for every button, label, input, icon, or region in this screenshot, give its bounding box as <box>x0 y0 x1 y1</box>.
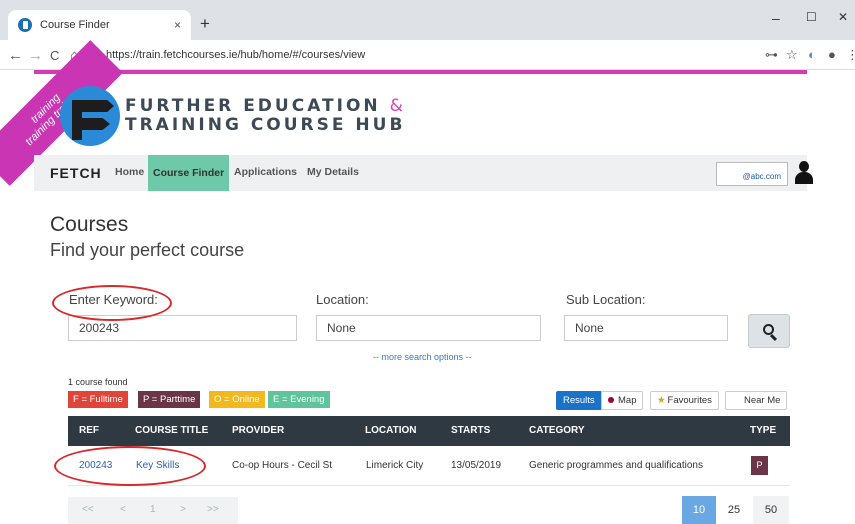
tab-close-icon[interactable]: × <box>174 18 181 32</box>
cell-provider: Co-op Hours - Cecil St <box>232 460 333 471</box>
nav-applications[interactable]: Applications <box>234 166 297 178</box>
browser-tab-bar: Course Finder × + – ☐ ✕ <box>0 0 855 40</box>
fetch-logo-icon[interactable] <box>60 86 120 146</box>
forward-icon[interactable]: → <box>28 47 43 64</box>
legend-fulltime: F = Fulltime <box>68 391 128 408</box>
brand-line-1: FURTHER EDUCATION <box>125 96 381 116</box>
map-pin-icon <box>608 397 614 403</box>
site-brand-title: FURTHER EDUCATION & TRAINING COURSE HUB <box>125 97 406 135</box>
browser-tab[interactable]: Course Finder × <box>8 10 191 40</box>
next-page-button[interactable]: > <box>180 504 186 515</box>
cell-category: Generic programmes and qualifications <box>529 460 703 471</box>
page-size-10[interactable]: 10 <box>682 496 716 524</box>
user-icon[interactable] <box>794 161 814 185</box>
page-title: Courses <box>50 213 129 236</box>
sublocation-label: Sub Location: <box>566 292 646 307</box>
brand-line-2: TRAINING COURSE HUB <box>125 115 406 135</box>
page-subtitle: Find your perfect course <box>50 240 245 260</box>
url-field[interactable]: https://train.fetchcourses.ie/hub/home/#… <box>90 45 810 65</box>
key-icon[interactable]: ⊶ <box>765 47 778 63</box>
page-size-50[interactable]: 50 <box>753 496 789 524</box>
main-nav: FETCH Home Course Finder Applications My… <box>34 155 813 191</box>
top-accent-strip <box>34 70 807 74</box>
sublocation-select[interactable]: None <box>564 315 728 341</box>
type-badge: P <box>751 456 768 475</box>
col-starts[interactable]: STARTS <box>451 425 490 436</box>
site-favicon-icon <box>18 18 32 32</box>
star-icon: ★ <box>657 395 666 406</box>
back-icon[interactable]: ← <box>8 47 23 64</box>
tab-title: Course Finder <box>40 19 110 31</box>
bookmark-star-icon[interactable]: ☆ <box>786 47 798 63</box>
results-count: 1 course found <box>68 377 128 387</box>
legend-online: O = Online <box>209 391 265 408</box>
browser-menu-icon[interactable]: ⋮ <box>846 47 855 63</box>
brand-ampersand: & <box>389 96 406 116</box>
maximize-icon[interactable]: ☐ <box>806 10 817 24</box>
col-category[interactable]: CATEGORY <box>529 425 585 436</box>
favourites-button[interactable]: ★ Favourites <box>650 391 719 410</box>
col-ref[interactable]: REF <box>79 425 99 436</box>
nav-my-details[interactable]: My Details <box>307 166 359 178</box>
col-provider[interactable]: PROVIDER <box>232 425 284 436</box>
results-view-button[interactable]: Results <box>556 391 602 410</box>
extension-icon[interactable]: ◐ <box>808 47 816 62</box>
near-me-button[interactable]: Near Me <box>725 391 788 410</box>
page-size-25[interactable]: 25 <box>720 496 748 524</box>
legend-parttime: P = Parttime <box>138 391 201 408</box>
reload-icon[interactable]: C <box>50 48 59 63</box>
cell-starts: 13/05/2019 <box>451 460 502 471</box>
profile-icon[interactable]: ● <box>828 47 836 62</box>
col-type[interactable]: TYPE <box>750 425 776 436</box>
col-location[interactable]: LOCATION <box>365 425 416 436</box>
nav-home[interactable]: Home <box>115 166 144 178</box>
location-select[interactable]: None <box>316 315 541 341</box>
table-header: REF COURSE TITLE PROVIDER LOCATION START… <box>68 416 790 446</box>
new-tab-button[interactable]: + <box>200 14 210 34</box>
last-page-button[interactable]: >> <box>207 504 219 515</box>
url-text: https://train.fetchcourses.ie/hub/home/#… <box>106 49 366 61</box>
col-course-title[interactable]: COURSE TITLE <box>135 425 208 436</box>
keyword-annotation-ellipse <box>52 285 172 321</box>
map-view-button[interactable]: Map <box>601 391 644 410</box>
page-1-button[interactable]: 1 <box>150 504 156 515</box>
minimize-icon[interactable]: – <box>772 10 780 26</box>
search-button[interactable] <box>748 314 790 348</box>
nav-course-finder[interactable]: Course Finder <box>148 155 230 191</box>
more-search-options-link[interactable]: -- more search options -- <box>373 352 472 362</box>
legend-evening: E = Evening <box>268 391 330 408</box>
address-bar: ← → C ⌂ https://train.fetchcourses.ie/hu… <box>0 40 855 70</box>
nav-brand[interactable]: FETCH <box>50 165 102 181</box>
cell-location: Limerick City <box>366 460 424 471</box>
prev-page-button[interactable]: < <box>120 504 126 515</box>
window-close-icon[interactable]: ✕ <box>838 10 848 24</box>
first-page-button[interactable]: << <box>82 504 94 515</box>
location-label: Location: <box>316 292 369 307</box>
result-annotation-ellipse <box>54 446 206 486</box>
user-email-box[interactable]: @abc.com <box>716 162 788 186</box>
